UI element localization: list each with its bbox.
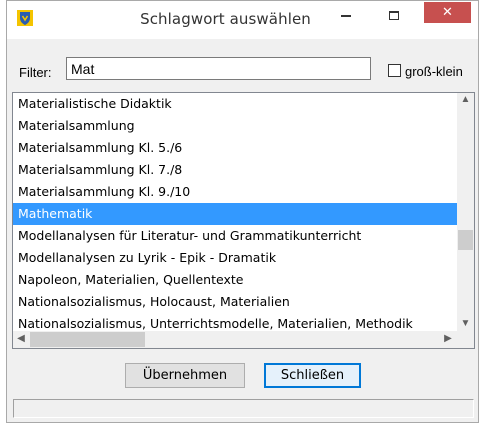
list-item[interactable]: Nationalsozialismus, Unterrichtsmodelle,…: [13, 313, 457, 331]
case-sensitive-label[interactable]: groß-klein: [405, 64, 463, 79]
list-item[interactable]: Materialsammlung Kl. 9./10: [13, 181, 457, 203]
apply-button[interactable]: Übernehmen: [125, 363, 245, 388]
dialog-window: Schlagwort auswählen ✕ Filter: groß-klei…: [6, 0, 479, 423]
maximize-button[interactable]: [379, 5, 409, 26]
scroll-down-arrow-icon[interactable]: ▼: [457, 319, 474, 329]
horizontal-scrollbar[interactable]: ◀ ▶: [13, 331, 457, 348]
scroll-left-arrow-icon[interactable]: ◀: [15, 334, 27, 344]
filter-input[interactable]: [66, 57, 371, 80]
keyword-list[interactable]: Materialistische Didaktik Materialsammlun…: [13, 93, 457, 331]
list-item[interactable]: Modellanalysen zu Lyrik - Epik - Dramati…: [13, 247, 457, 269]
list-item-selected[interactable]: Mathematik: [13, 203, 457, 225]
minimize-icon: [341, 14, 351, 17]
list-item[interactable]: Modellanalysen für Literatur- und Gramma…: [13, 225, 457, 247]
list-item[interactable]: Materialistische Didaktik: [13, 93, 457, 115]
close-icon: ✕: [442, 5, 453, 20]
list-item[interactable]: Materialsammlung Kl. 7./8: [13, 159, 457, 181]
case-sensitive-checkbox[interactable]: [388, 64, 401, 77]
filter-label: Filter:: [19, 65, 52, 80]
vertical-scroll-thumb[interactable]: [458, 230, 473, 250]
minimize-button[interactable]: [332, 5, 360, 26]
close-window-button[interactable]: ✕: [424, 2, 471, 23]
scrollbar-corner: [457, 331, 474, 348]
horizontal-scroll-thumb[interactable]: [30, 332, 145, 347]
scroll-right-arrow-icon[interactable]: ▶: [442, 334, 454, 344]
status-bar: [13, 399, 474, 418]
keyword-listbox[interactable]: Materialistische Didaktik Materialsammlun…: [12, 92, 475, 349]
close-button[interactable]: Schließen: [264, 363, 361, 388]
list-item[interactable]: Napoleon, Materialien, Quellentexte: [13, 269, 457, 291]
vertical-scrollbar[interactable]: ▲ ▼: [457, 93, 474, 331]
title-bar[interactable]: Schlagwort auswählen ✕: [7, 1, 478, 39]
list-item[interactable]: Materialsammlung Kl. 5./6: [13, 137, 457, 159]
scroll-up-arrow-icon[interactable]: ▲: [457, 95, 474, 105]
list-item[interactable]: Materialsammlung: [13, 115, 457, 137]
maximize-icon: [389, 11, 399, 20]
list-item[interactable]: Nationalsozialismus, Holocaust, Material…: [13, 291, 457, 313]
